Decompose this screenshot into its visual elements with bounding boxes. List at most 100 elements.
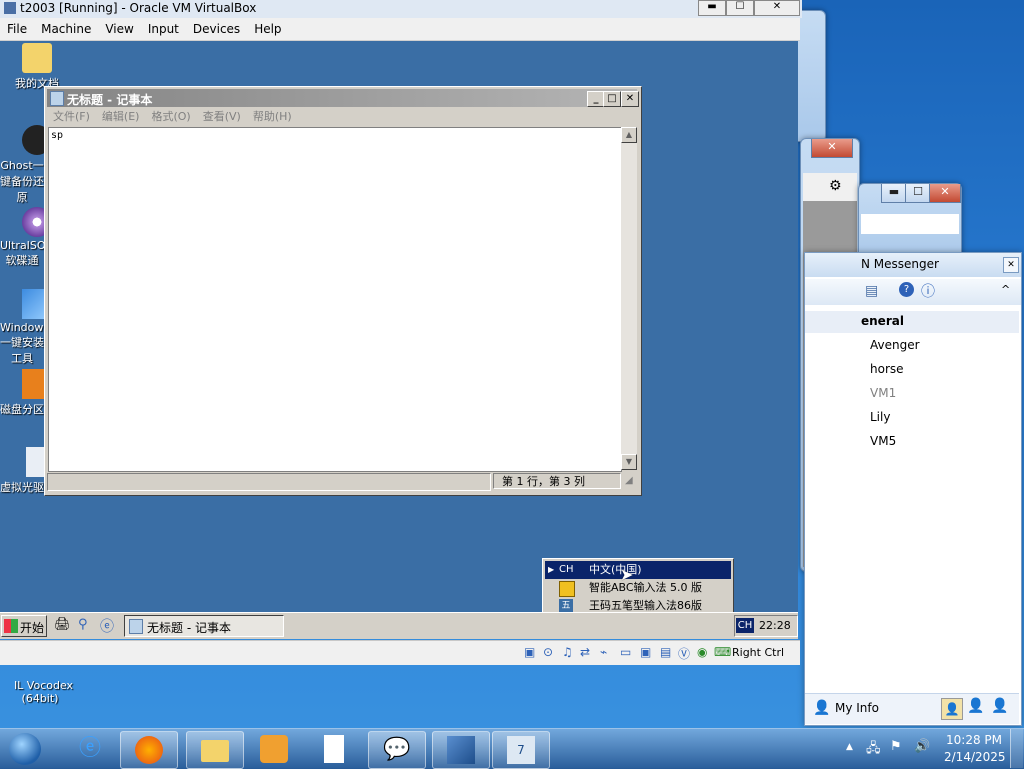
shared-folder-icon[interactable]: ▭ (620, 645, 631, 659)
menu-file[interactable]: File (0, 18, 34, 40)
desktop-icon-my-documents[interactable]: 我的文档 (0, 43, 74, 91)
maximize-button[interactable]: ☐ (726, 0, 754, 16)
status-offline-icon[interactable]: 👤 (991, 698, 1008, 714)
clock-time[interactable]: 10:28 PM (946, 733, 1002, 747)
ime-menu: ▶ CH 中文(中国) 智能ABC输入法 5.0 版 五 王码五笔型输入法86版 (542, 558, 734, 618)
scroll-down-arrow[interactable]: ▼ (621, 454, 637, 470)
guest-screen: 我的文档 Ghost一键备份还原 UltraISO软碟通 Windows一键安装… (0, 41, 798, 639)
vertical-scrollbar[interactable]: ▲ ▼ (621, 127, 637, 470)
guest-clock: 22:28 (759, 619, 791, 632)
group-header[interactable]: eneral (805, 311, 1019, 333)
help-icon[interactable]: ? (899, 282, 914, 297)
contact-item[interactable]: VM1 (870, 386, 896, 400)
windows-logo-icon (9, 733, 41, 765)
notepad-text-area[interactable]: sp (48, 127, 622, 472)
close-button[interactable]: ✕ (754, 0, 800, 16)
status-online-icon[interactable]: 👤 (941, 698, 963, 720)
taskbar-virtualbox[interactable] (432, 731, 490, 769)
menu-edit[interactable]: 编辑(E) (96, 108, 146, 126)
recording-icon[interactable]: ▤ (660, 645, 671, 659)
status-away-icon[interactable]: 👤 (967, 698, 984, 714)
taskbar-notepad-button[interactable]: 无标题 - 记事本 (124, 615, 284, 637)
menu-machine[interactable]: Machine (34, 18, 98, 40)
notepad-content: sp (51, 130, 64, 141)
menu-input[interactable]: Input (141, 18, 186, 40)
close-button[interactable]: ✕ (929, 184, 961, 203)
notepad-menubar: 文件(F) 编辑(E) 格式(O) 查看(V) 帮助(H) (47, 108, 637, 126)
contact-item[interactable]: VM5 (870, 434, 896, 448)
maximize-button[interactable]: □ (603, 91, 621, 107)
optical-drive-icon[interactable]: ⊙ (543, 645, 553, 659)
notepad-icon (129, 619, 143, 634)
internet-explorer-icon: ⓔ (78, 736, 101, 761)
notepad-statusbar: 第 1 行，第 3 列 ◢ (47, 473, 639, 492)
msn-messenger-window: N Messenger ✕ ▤ ? ⓘ ^ eneral Avenger hor… (804, 252, 1022, 726)
start-button[interactable]: 开始 (1, 615, 47, 637)
virtualbox-window: t2003 [Running] - Oracle VM VirtualBox ▬… (0, 0, 802, 665)
win7-64-icon: 7 (507, 736, 535, 764)
menu-devices[interactable]: Devices (186, 18, 247, 40)
contacts-icon[interactable]: ▤ (865, 283, 878, 299)
host-key-label: Right Ctrl (732, 646, 785, 659)
menu-help[interactable]: 帮助(H) (247, 108, 298, 126)
show-hidden-icons-icon[interactable]: ▲ (846, 742, 853, 752)
taskbar-vbox-64[interactable]: 7 (492, 731, 550, 769)
volume-icon[interactable]: 🔊 (914, 739, 930, 754)
minimize-button[interactable]: ▬ (881, 184, 907, 203)
keyboard-icon[interactable]: ⌨ (714, 645, 731, 659)
menu-help[interactable]: Help (247, 18, 288, 40)
quicklaunch-icon[interactable]: ⚲ (78, 617, 88, 632)
scroll-up-arrow[interactable]: ▲ (621, 127, 637, 143)
contact-item[interactable]: Lily (870, 410, 890, 424)
hdd-icon[interactable]: ▣ (524, 645, 535, 659)
my-info-link[interactable]: My Info (835, 701, 879, 715)
vbox-statusbar: ▣ ⊙ ♫ ⇄ ⌁ ▭ ▣ ▤ Ⓥ ◉ ⌨ Right Ctrl (0, 640, 800, 665)
internet-explorer-icon[interactable]: ⓔ (100, 616, 114, 636)
ime-item-abc[interactable]: 智能ABC输入法 5.0 版 (545, 579, 731, 597)
notepad-window: 无标题 - 记事本 _ □ ✕ 文件(F) 编辑(E) 格式(O) 查看(V) 帮助(H… (44, 86, 642, 496)
collapse-icon[interactable]: ^ (1001, 283, 1010, 296)
show-desktop-button[interactable] (1010, 729, 1023, 768)
action-center-icon[interactable]: ⚑ (890, 739, 902, 754)
menu-view[interactable]: View (98, 18, 140, 40)
taskbar-messenger[interactable]: 💬 (368, 731, 426, 769)
usb-icon[interactable]: ⌁ (600, 645, 607, 659)
close-icon[interactable]: ✕ (1003, 257, 1019, 273)
notepad-titlebar: 无标题 - 记事本 _ □ ✕ (47, 89, 639, 107)
network-icon[interactable]: ⇄ (580, 645, 590, 659)
settings-icon[interactable]: ⚙ (829, 178, 842, 194)
menu-file[interactable]: 文件(F) (47, 108, 96, 126)
contact-item[interactable]: horse (870, 362, 904, 376)
virtualbox-icon (447, 736, 475, 764)
taskbar-internet-explorer[interactable]: ⓔ (62, 731, 118, 767)
msn-title: N Messenger (861, 257, 939, 271)
windows-flag-icon (4, 619, 18, 633)
host-desktop-icon[interactable]: IL Vocodex (64bit) (4, 666, 76, 705)
taskbar-explorer[interactable] (186, 731, 244, 769)
menu-view[interactable]: 查看(V) (197, 108, 247, 126)
taskbar-firefox[interactable] (120, 731, 178, 769)
ime-item-chinese[interactable]: ▶ CH 中文(中国) (545, 561, 731, 579)
network-icon[interactable]: 🖧 (866, 739, 881, 761)
minimize-button[interactable]: ▬ (698, 0, 726, 16)
maximize-button[interactable]: ☐ (905, 184, 931, 203)
host-taskbar: ⓔ 💬 7 ▲ 🖧 ⚑ 🔊 10:28 PM 2/14/2025 (0, 728, 1024, 769)
close-button[interactable]: ✕ (621, 91, 639, 107)
taskbar-media-player[interactable] (246, 731, 302, 767)
display-icon[interactable]: ▣ (640, 645, 651, 659)
quicklaunch-icon[interactable]: 🖨 (54, 617, 71, 632)
info-icon[interactable]: ⓘ (921, 281, 935, 301)
resize-grip-icon[interactable]: ◢ (625, 475, 633, 486)
start-orb[interactable] (4, 731, 46, 767)
audio-icon[interactable]: ♫ (562, 645, 573, 659)
selected-arrow-icon: ▶ (548, 565, 555, 574)
clock-date[interactable]: 2/14/2025 (944, 750, 1006, 764)
taskbar-document[interactable] (306, 731, 362, 767)
contact-item[interactable]: Avenger (870, 338, 920, 352)
wubi-ime-icon: 五 (559, 599, 573, 613)
menu-format[interactable]: 格式(O) (145, 108, 196, 126)
mouse-integration-icon[interactable]: ◉ (697, 645, 707, 659)
virtualization-icon[interactable]: Ⓥ (678, 645, 690, 662)
close-button[interactable]: ✕ (811, 139, 853, 158)
language-indicator[interactable]: CH (736, 618, 754, 633)
